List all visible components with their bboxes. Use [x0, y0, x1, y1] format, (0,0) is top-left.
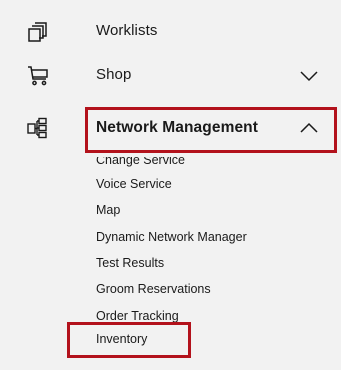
- sub-item-test-results[interactable]: Test Results: [96, 256, 164, 270]
- sub-item-inventory[interactable]: Inventory: [96, 332, 147, 346]
- sub-item-dynamic-network-manager[interactable]: Dynamic Network Manager: [96, 230, 247, 244]
- nav-item-label: Shop: [96, 66, 132, 83]
- nav-item-network-management[interactable]: Network Management: [0, 108, 341, 148]
- worklists-icon: [28, 22, 47, 42]
- sub-item-change-service[interactable]: Change Service: [96, 157, 185, 167]
- network-management-icon: [27, 117, 47, 139]
- nav-item-label: Worklists: [96, 22, 158, 39]
- nav-item-label: Network Management: [96, 119, 258, 136]
- chevron-up-icon[interactable]: [299, 118, 319, 138]
- side-navigation: Worklists Shop Network Management Change…: [0, 0, 341, 370]
- sub-item-voice-service[interactable]: Voice Service: [96, 177, 172, 191]
- sub-item-groom-reservations[interactable]: Groom Reservations: [96, 282, 211, 296]
- sub-item-order-tracking[interactable]: Order Tracking: [96, 309, 179, 323]
- sub-item-map[interactable]: Map: [96, 203, 120, 217]
- nav-item-shop[interactable]: Shop: [0, 56, 341, 96]
- chevron-down-icon[interactable]: [299, 66, 319, 86]
- cart-icon: [28, 66, 48, 86]
- nav-item-worklists[interactable]: Worklists: [0, 12, 341, 52]
